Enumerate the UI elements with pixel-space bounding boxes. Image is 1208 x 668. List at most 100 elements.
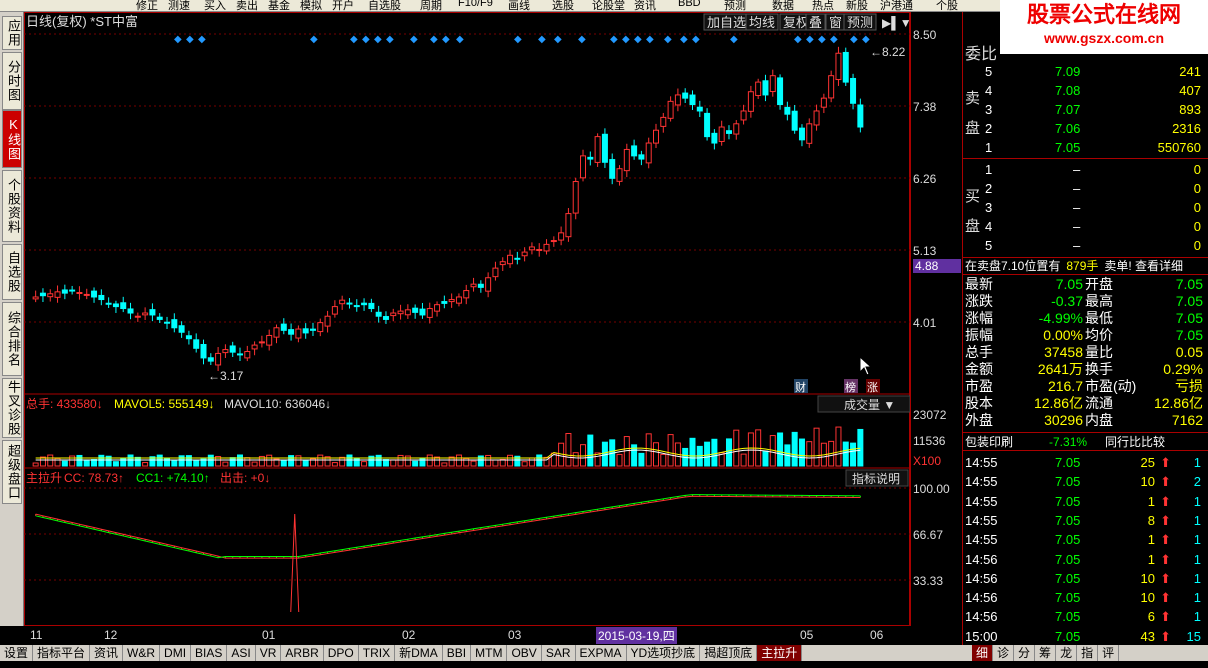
date-tick: 03: [508, 628, 522, 642]
right-tab[interactable]: 诊: [993, 645, 1015, 661]
toolbar-item[interactable]: 沪港通: [880, 0, 913, 11]
sell-level-row[interactable]: 1 7.05 550760: [963, 138, 1208, 158]
indicator-tab[interactable]: 新DMA: [395, 645, 443, 661]
toolbar-item[interactable]: 个股: [936, 0, 958, 11]
candle-body: [609, 159, 616, 179]
buy-level-row[interactable]: 5 – 0: [963, 236, 1208, 256]
chart-header-button-label[interactable]: 加自选: [707, 15, 746, 30]
indicator-tab[interactable]: 设置: [0, 645, 34, 661]
left-tab[interactable]: 牛叉诊股: [2, 378, 22, 438]
toolbar-item[interactable]: 选股: [552, 0, 574, 11]
sell-notice-action[interactable]: 卖单! 查看详细: [1104, 259, 1183, 273]
toolbar-item[interactable]: 模拟: [300, 0, 322, 11]
candle-body: [572, 181, 579, 214]
indicator-tab[interactable]: BBI: [443, 645, 472, 661]
volume-bar: [353, 457, 360, 467]
candle-body: [696, 106, 703, 112]
toolbar-item[interactable]: 开户: [332, 0, 354, 11]
toolbar-item[interactable]: 自选股: [368, 0, 401, 11]
tick-volume: 8: [1147, 512, 1155, 528]
toolbar-item[interactable]: 修正: [136, 0, 158, 11]
axis-label-401: 4.01: [913, 316, 937, 330]
event-badge-label[interactable]: 榜: [845, 380, 856, 394]
toolbar-item[interactable]: 买入: [204, 0, 226, 11]
chart-header-button-label[interactable]: 复权: [783, 15, 809, 30]
indicator-tab[interactable]: MTM: [471, 645, 508, 661]
buy-level-row[interactable]: 2 – 0: [963, 179, 1208, 199]
volume-bar: [572, 452, 579, 467]
left-tab[interactable]: 个股资料: [2, 170, 22, 242]
candle-body: [470, 283, 477, 288]
buy-level-row[interactable]: 1 – 0: [963, 160, 1208, 180]
indicator-tab[interactable]: SAR: [542, 645, 576, 661]
toolbar-item[interactable]: BBD: [678, 0, 701, 9]
indicator-tab[interactable]: 资讯: [90, 645, 124, 661]
tick-time: 14:55: [965, 493, 998, 509]
volume-bar: [346, 454, 353, 467]
indicator-tab[interactable]: DMI: [160, 645, 192, 661]
indicator-tab[interactable]: EXPMA: [576, 645, 627, 661]
right-tab[interactable]: 细: [972, 645, 994, 661]
chart-header-button-label[interactable]: 窗: [829, 15, 842, 30]
chart-header-button-label[interactable]: 叠: [809, 15, 822, 30]
toolbar-item[interactable]: 数据: [772, 0, 794, 11]
tick-price: 7.05: [1055, 551, 1081, 567]
indicator-explain-label[interactable]: 指标说明: [852, 471, 900, 486]
toolbar-item[interactable]: 热点: [812, 0, 834, 11]
event-badge-label[interactable]: 财: [795, 380, 806, 394]
candle-body: [426, 308, 433, 318]
sell-level-row[interactable]: 4 7.08 407: [963, 81, 1208, 101]
signal-diamond-icon: ◆: [442, 34, 450, 45]
indicator-tab[interactable]: YD选项抄底: [627, 645, 701, 661]
indicator-tab[interactable]: ARBR: [281, 645, 324, 661]
left-tab[interactable]: 应用: [2, 16, 22, 50]
indicator-tab[interactable]: W&R: [123, 645, 161, 661]
right-tab[interactable]: 龙: [1056, 645, 1078, 661]
left-tab[interactable]: 超级盘口: [2, 440, 22, 504]
quote-value: 7.05: [1175, 293, 1203, 309]
sell-level-row[interactable]: 2 7.06 2316: [963, 119, 1208, 139]
tick-count: 1: [1193, 551, 1201, 567]
indicator-tab[interactable]: ASI: [227, 645, 256, 661]
chart-header-button-label[interactable]: 预测: [847, 15, 873, 30]
indicator-tab[interactable]: VR: [256, 645, 282, 661]
toolbar-item[interactable]: F10/F9: [458, 0, 493, 9]
toolbar-item[interactable]: 画线: [508, 0, 530, 11]
kline-chart[interactable]: 日线(复权) *ST中富 加自选 均线 复权叠窗预测 ▶▌▼ ◆ ◆ ◆ ◆ ◆ ◆ ◆ ◆ ◆ ◆ ◆ ◆ ◆ ◆…: [24, 12, 910, 626]
left-tab[interactable]: 综合排名: [2, 302, 22, 376]
indicator-tab[interactable]: 主拉升: [757, 645, 803, 661]
toolbar-item[interactable]: 论股堂: [592, 0, 625, 11]
indicator-tab[interactable]: 揭超顶底: [700, 645, 758, 661]
buy-level-row[interactable]: 4 – 0: [963, 217, 1208, 237]
indicator-tab[interactable]: DPO: [324, 645, 359, 661]
toolbar-item[interactable]: 预测: [724, 0, 746, 11]
indicator-tab[interactable]: OBV: [507, 645, 542, 661]
right-tab[interactable]: 分: [1014, 645, 1036, 661]
left-tab[interactable]: 自选股: [2, 244, 22, 300]
header-menu-icon[interactable]: ▶▌▼: [882, 16, 910, 31]
toolbar-item[interactable]: 测速: [168, 0, 190, 11]
left-tab[interactable]: K线图: [2, 110, 22, 168]
toolbar-item[interactable]: 新股: [846, 0, 868, 11]
volume-dropdown-label[interactable]: 成交量 ▼: [844, 397, 895, 412]
toolbar-item[interactable]: 资讯: [634, 0, 656, 11]
toolbar-item[interactable]: 卖出: [236, 0, 258, 11]
right-tab[interactable]: 评: [1098, 645, 1120, 661]
right-tab[interactable]: 筹: [1035, 645, 1057, 661]
industry-compare[interactable]: 同行比比较: [1105, 435, 1165, 449]
toolbar-item[interactable]: 基金: [268, 0, 290, 11]
sell-level-row[interactable]: 5 7.09 241: [963, 62, 1208, 82]
chart-header-button-label[interactable]: 均线: [749, 15, 775, 30]
left-tab[interactable]: 分时图: [2, 52, 22, 110]
industry-row[interactable]: 包装印刷 -7.31% 同行比比较: [963, 432, 1208, 451]
indicator-tab[interactable]: 指标平台: [33, 645, 91, 661]
toolbar-item[interactable]: 周期: [420, 0, 442, 11]
event-badge-label[interactable]: 涨: [867, 381, 878, 394]
indicator-tab[interactable]: TRIX: [359, 645, 396, 661]
indicator-tab[interactable]: BIAS: [191, 645, 228, 661]
sell-notice[interactable]: 在卖盘7.10位置有 879手 卖单! 查看详细: [963, 257, 1208, 275]
right-tab[interactable]: 指: [1077, 645, 1099, 661]
buy-level-row[interactable]: 3 – 0: [963, 198, 1208, 218]
signal-diamond-icon: ◆: [410, 34, 418, 45]
sell-level-row[interactable]: 3 7.07 893: [963, 100, 1208, 120]
